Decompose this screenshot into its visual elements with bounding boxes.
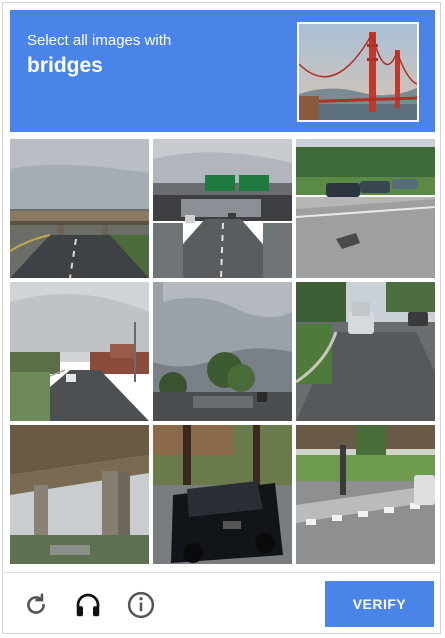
headphones-icon[interactable] bbox=[72, 589, 104, 621]
image-tile-5[interactable] bbox=[153, 282, 292, 421]
image-tile-9[interactable] bbox=[296, 425, 435, 564]
verify-button[interactable]: VERIFY bbox=[325, 581, 434, 627]
image-tile-2[interactable] bbox=[153, 139, 292, 278]
info-icon[interactable] bbox=[125, 589, 157, 621]
footer-divider bbox=[2, 572, 441, 573]
image-tile-1[interactable] bbox=[10, 139, 149, 278]
image-grid bbox=[10, 139, 435, 564]
example-image bbox=[297, 22, 419, 122]
reload-icon[interactable] bbox=[20, 589, 52, 621]
image-tile-8[interactable] bbox=[153, 425, 292, 564]
image-tile-6[interactable] bbox=[296, 282, 435, 421]
instruction-text: Select all images with bbox=[27, 32, 172, 49]
captcha-header: Select all images with bridges bbox=[10, 10, 435, 132]
image-tile-3[interactable] bbox=[296, 139, 435, 278]
image-tile-7[interactable] bbox=[10, 425, 149, 564]
image-tile-4[interactable] bbox=[10, 282, 149, 421]
target-word: bridges bbox=[27, 54, 103, 77]
